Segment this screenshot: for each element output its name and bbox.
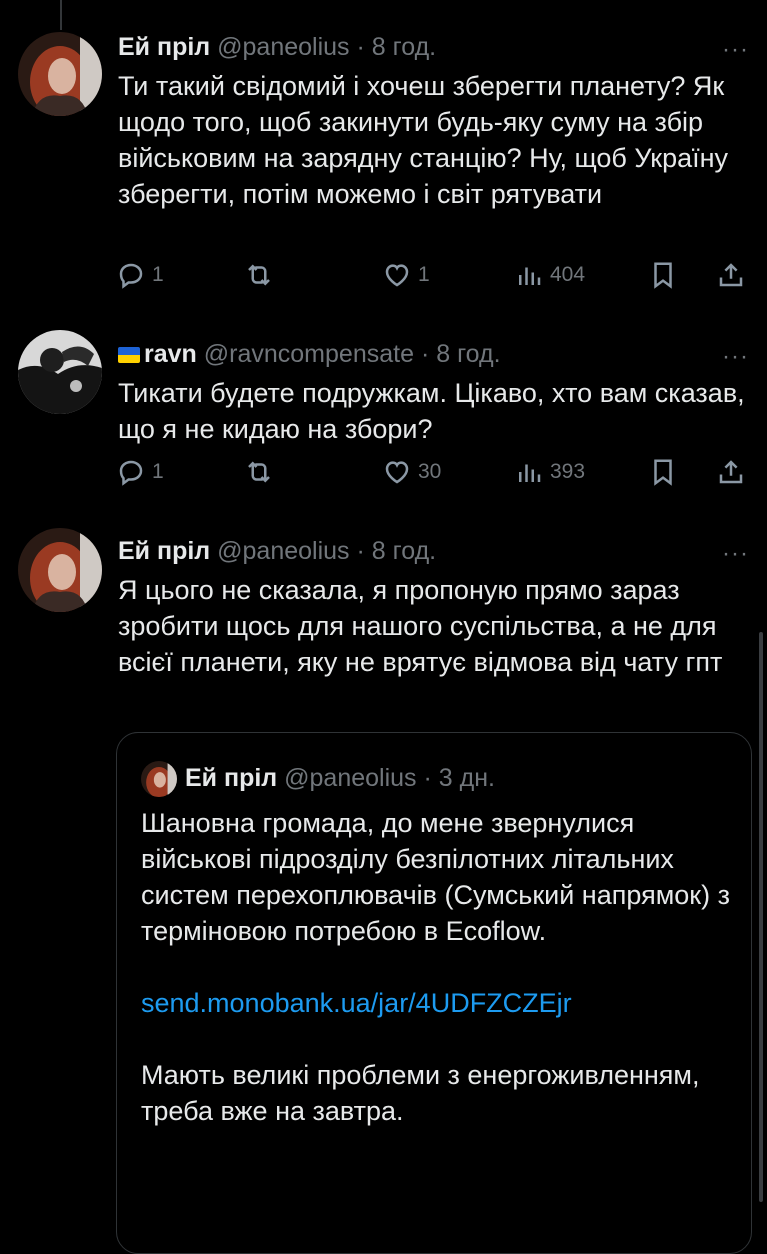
quote-paragraph-1: Шановна громада, до мене звернулися війс… (141, 808, 738, 946)
like-icon (385, 264, 409, 287)
bookmark-button[interactable] (648, 457, 678, 487)
thread-connector-line (60, 0, 62, 30)
reply-icon (119, 263, 143, 289)
avatar-paneolius[interactable] (18, 528, 102, 612)
reply-count: 1 (152, 460, 164, 483)
tweet-header: Ей пріл @paneolius · 8 год. (118, 32, 436, 62)
display-name[interactable]: ravn (144, 340, 197, 368)
quote-display-name[interactable]: Ей пріл (185, 764, 277, 792)
like-count: 1 (418, 263, 430, 286)
timestamp[interactable]: 8 год. (372, 33, 436, 61)
user-handle[interactable]: @ravncompensate (204, 340, 414, 368)
display-name[interactable]: Ей пріл (118, 537, 210, 565)
separator-dot: · (420, 340, 430, 368)
timestamp[interactable]: 8 год. (436, 340, 500, 368)
separator-dot: · (423, 764, 432, 792)
views-icon (519, 267, 541, 285)
more-icon[interactable]: ··· (722, 36, 749, 64)
tweet-actions: 1 1 404 (114, 260, 754, 300)
timestamp[interactable]: 8 год. (372, 537, 436, 565)
views-icon (519, 464, 541, 482)
ukraine-flag-icon (118, 347, 140, 363)
share-icon (719, 263, 743, 287)
views-count: 404 (550, 263, 586, 286)
retweet-icon (248, 461, 270, 483)
views-button[interactable]: 404 (514, 260, 585, 290)
display-name[interactable]: Ей пріл (118, 33, 210, 61)
more-icon[interactable]: ··· (722, 343, 749, 371)
share-button[interactable] (716, 457, 746, 487)
quote-header: Ей пріл @paneolius · 3 дн. (185, 763, 495, 793)
reply-button[interactable]: 1 (116, 260, 164, 290)
avatar-ravncompensate[interactable] (18, 330, 102, 414)
reply-icon (119, 460, 143, 486)
tweet-text: Ти такий свідомий і хочеш зберегти плане… (118, 71, 736, 209)
quote-user-handle[interactable]: @paneolius (284, 764, 416, 792)
reply-count: 1 (152, 263, 164, 286)
retweet-button[interactable] (244, 260, 280, 290)
quoted-tweet[interactable]: Ей пріл @paneolius · 3 дн. Шановна грома… (116, 732, 752, 1254)
tweet-text: Тикати будете подружкам. Цікаво, хто вам… (118, 378, 753, 444)
user-handle[interactable]: @paneolius (217, 537, 349, 565)
retweet-button[interactable] (244, 457, 280, 487)
like-icon (385, 461, 409, 484)
scrollbar[interactable] (759, 632, 763, 1202)
tweet-header: ravn @ravncompensate · 8 год. (118, 339, 501, 369)
like-button[interactable]: 30 (382, 457, 441, 487)
retweet-icon (248, 264, 270, 286)
like-button[interactable]: 1 (382, 260, 430, 290)
share-button[interactable] (716, 260, 746, 290)
separator-dot: · (356, 33, 365, 61)
bookmark-button[interactable] (648, 260, 678, 290)
views-count: 393 (550, 460, 586, 483)
bookmark-icon (654, 459, 672, 486)
tweet-actions: 1 30 393 (114, 457, 754, 497)
views-button[interactable]: 393 (514, 457, 585, 487)
like-count: 30 (418, 460, 442, 483)
share-icon (719, 460, 743, 484)
quote-paragraph-2: Мають великі проблеми з енергоживленням,… (141, 1060, 707, 1126)
quote-timestamp[interactable]: 3 дн. (439, 764, 495, 792)
tweet-header: Ей пріл @paneolius · 8 год. (118, 536, 436, 566)
bookmark-icon (654, 262, 672, 289)
tweet-text: Я цього не сказала, я пропоную прямо зар… (118, 575, 725, 677)
avatar-paneolius[interactable] (18, 32, 102, 116)
quote-avatar[interactable] (141, 761, 177, 797)
user-handle[interactable]: @paneolius (217, 33, 349, 61)
quote-text: Шановна громада, до мене звернулися війс… (141, 805, 731, 1129)
donation-link[interactable]: send.monobank.ua/jar/4UDFZCZEjr (141, 988, 572, 1018)
reply-button[interactable]: 1 (116, 457, 164, 487)
separator-dot: · (356, 537, 365, 565)
more-icon[interactable]: ··· (722, 540, 749, 568)
